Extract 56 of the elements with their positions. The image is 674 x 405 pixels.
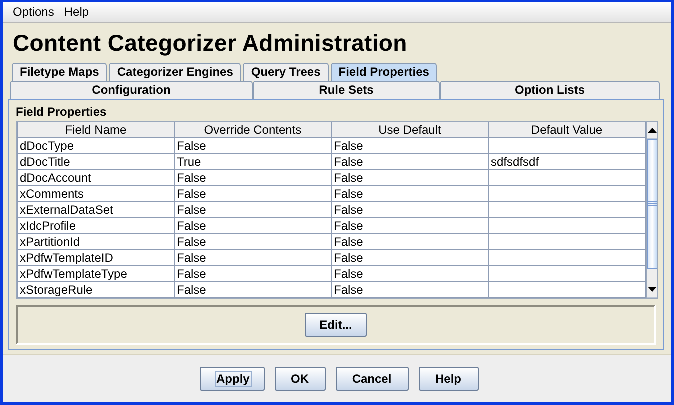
table-cell: False — [332, 170, 488, 186]
table-cell: xExternalDataSet — [18, 202, 174, 218]
table-cell: xPdfwTemplateID — [18, 250, 174, 266]
table-cell: False — [332, 186, 488, 202]
table-cell: False — [174, 170, 332, 186]
table-cell: xComments — [18, 186, 174, 202]
down-arrow-icon — [648, 286, 657, 292]
table-cell: False — [332, 202, 488, 218]
dialog-button[interactable]: Apply — [200, 366, 264, 390]
column-header[interactable]: Default Value — [488, 122, 646, 138]
table-cell: False — [174, 138, 332, 154]
table-cell: False — [174, 250, 332, 266]
table-cell: False — [174, 266, 332, 282]
column-header[interactable]: Use Default — [332, 122, 488, 138]
up-arrow-icon — [648, 128, 657, 132]
menu-item[interactable]: Options — [9, 5, 58, 19]
table-cell: xStorageRule — [18, 282, 174, 298]
table-cell: False — [174, 282, 332, 298]
table-cell: False — [174, 218, 332, 234]
edit-button[interactable]: Edit... — [304, 313, 368, 337]
table-cell: False — [174, 234, 332, 250]
table-cell: False — [332, 250, 488, 266]
table-cell: False — [332, 266, 488, 282]
table-cell: False — [332, 154, 488, 170]
column-header[interactable]: Field Name — [18, 122, 174, 138]
tab[interactable]: Configuration — [10, 81, 253, 99]
table-cell: False — [332, 234, 488, 250]
tab[interactable]: Rule Sets — [253, 81, 440, 99]
table-cell: xPdfwTemplateType — [18, 266, 174, 282]
table-cell: dDocType — [18, 138, 174, 154]
dialog-button[interactable]: Cancel — [336, 366, 408, 390]
table-cell: sdfsdfsdf — [488, 154, 646, 170]
table-cell: False — [174, 186, 332, 202]
table-cell: dDocAccount — [18, 170, 174, 186]
table-cell: False — [332, 282, 488, 298]
menu-item[interactable]: Help — [60, 5, 94, 19]
section-title: Field Properties — [15, 105, 108, 121]
grip-icon — [648, 201, 657, 207]
table-cell: False — [332, 218, 488, 234]
tab[interactable]: Filetype Maps — [12, 63, 108, 81]
table-cell: False — [174, 202, 332, 218]
tab[interactable]: Field Properties — [330, 63, 438, 81]
table-cell: xPartitionId — [18, 234, 174, 250]
column-header[interactable]: Override Contents — [174, 122, 332, 138]
tab[interactable]: Option Lists — [440, 81, 660, 99]
table-cell: False — [332, 138, 488, 154]
dialog-button[interactable]: OK — [274, 366, 326, 390]
table-cell: xIdcProfile — [18, 218, 174, 234]
scroll-thumb[interactable] — [647, 139, 657, 269]
table-cell: dDocTitle — [18, 154, 174, 170]
table-cell: True — [174, 154, 332, 170]
tab[interactable]: Query Trees — [243, 63, 329, 81]
scrollbar[interactable] — [646, 122, 657, 298]
tab[interactable]: Categorizer Engines — [109, 63, 242, 81]
dialog-button[interactable]: Help — [418, 366, 478, 390]
page-title: Content Categorizer Administration — [12, 29, 408, 58]
